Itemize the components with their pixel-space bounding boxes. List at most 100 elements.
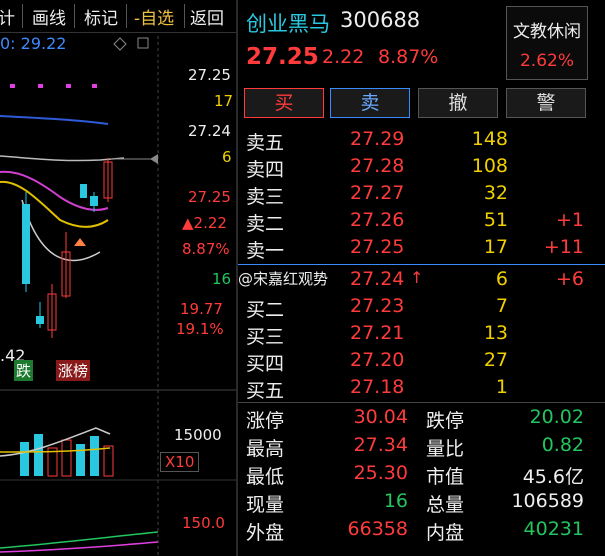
stats-row: 现量 16 总量 106589: [238, 490, 605, 518]
stat-value: 27.34: [353, 434, 408, 456]
ask-volume: 17: [483, 236, 508, 258]
bid-label: 买五: [246, 380, 285, 402]
bid-label: 买四: [246, 353, 285, 375]
menu-item-draw-line[interactable]: 画线: [32, 4, 66, 29]
menu-divider: [22, 4, 23, 28]
ask-delta: +1: [555, 209, 584, 231]
bid-volume: 6: [495, 268, 508, 290]
sector-box[interactable]: 文教休闲 2.62%: [506, 6, 588, 80]
bid-row[interactable]: 买五 27.18 1: [238, 376, 605, 403]
stat-label: 最高: [246, 438, 285, 460]
bid-volume: 13: [483, 322, 508, 344]
menu-divider: [126, 4, 127, 28]
vol-scale-16: 16: [212, 270, 232, 288]
ask-row[interactable]: 卖四 27.28 108: [238, 155, 605, 182]
sector-pct: 2.62%: [519, 51, 574, 71]
bid-volume: 1: [495, 376, 508, 398]
stat-value: 25.30: [353, 462, 408, 484]
stat-value: 30.04: [353, 406, 408, 428]
quote-panel: 创业黑马 300688 27.25 2.22 8.87% 文教休闲 2.62% …: [238, 0, 605, 556]
ma-line-grey: [0, 155, 125, 162]
ask-volume: 108: [471, 155, 508, 177]
bid-delta: +6: [555, 268, 584, 290]
price-scale-current: 27.25: [188, 188, 231, 206]
stat-label: 外盘: [246, 522, 285, 544]
menu-item-back[interactable]: 返回: [190, 4, 224, 29]
watermark-text: @宋嘉红观势: [238, 270, 329, 288]
stat-value: 0.82: [541, 434, 584, 456]
stat-value: 106589: [511, 490, 584, 512]
bid-row[interactable]: 买二 27.23 7: [238, 295, 605, 322]
bid-label: 买二: [246, 299, 285, 321]
bid-label: 买三: [246, 326, 285, 348]
ask-volume: 51: [483, 209, 508, 231]
candles: [22, 158, 113, 338]
menu-item-mark[interactable]: 标记: [84, 4, 118, 29]
vol-scale-6: 6: [222, 148, 232, 166]
kline-chart-svg: [0, 36, 236, 556]
signal-dots: [10, 84, 97, 88]
ma-line-blue: [0, 115, 109, 125]
bid-price: 27.24: [350, 268, 405, 290]
stat-label: 涨停: [246, 410, 285, 432]
sell-button[interactable]: 卖: [330, 88, 410, 118]
ask-volume: 32: [483, 182, 508, 204]
vol-scale-17: 17: [214, 92, 234, 110]
bid-row[interactable]: 买四 27.20 27: [238, 349, 605, 376]
ask-price: 27.29: [350, 128, 405, 150]
menu-item-watchlist[interactable]: -自选: [134, 4, 174, 29]
stat-value: 16: [383, 490, 408, 512]
chart-change: ▲2.22: [182, 214, 227, 232]
stock-code: 300688: [340, 8, 421, 32]
bid-price: 27.23: [350, 295, 405, 317]
volume-scale: 15000: [174, 426, 222, 444]
volume-multiplier[interactable]: X10: [160, 452, 200, 472]
stat-label: 内盘: [426, 522, 465, 544]
ask-row[interactable]: 卖一 27.25 17 +11: [238, 236, 605, 263]
ask-price: 27.27: [350, 182, 405, 204]
menu-item-calc[interactable]: 计: [0, 4, 15, 29]
cancel-order-button[interactable]: 撤: [418, 88, 498, 118]
bid-price: 27.21: [350, 322, 405, 344]
ask-row[interactable]: 卖三 27.27 32: [238, 182, 605, 209]
ask-row[interactable]: 卖二 27.26 51 +1: [238, 209, 605, 236]
stat-label: 现量: [246, 494, 285, 516]
ask-price: 27.26: [350, 209, 405, 231]
ask-price: 27.25: [350, 236, 405, 258]
sector-name: 文教休闲: [513, 22, 581, 42]
stat-value: 45.6亿: [522, 466, 584, 488]
stats-row: 涨停 30.04 跌停 20.02: [238, 406, 605, 434]
price-change: 2.22: [322, 46, 365, 68]
ask-row[interactable]: 卖五 27.29 148: [238, 128, 605, 155]
stats-row: 外盘 66358 内盘 40231: [238, 518, 605, 546]
volume-bars: [0, 427, 114, 477]
ask-label: 卖四: [246, 159, 285, 181]
ask-volume: 148: [471, 128, 508, 150]
up-arrow-icon: ↑: [410, 268, 424, 287]
ask-label: 卖一: [246, 240, 285, 262]
low-pct: 19.1%: [176, 320, 224, 338]
orderbook-divider: [238, 264, 605, 265]
ma-value-label: 0: 29.22: [0, 34, 67, 53]
bid-row[interactable]: 买三 27.21 13: [238, 322, 605, 349]
ask-label: 卖五: [246, 132, 285, 154]
alert-button[interactable]: 警: [506, 88, 586, 118]
stats-row: 最低 25.30 市值 45.6亿: [238, 462, 605, 490]
chart-change-pct: 8.87%: [182, 240, 230, 258]
stat-label: 市值: [426, 466, 465, 488]
stock-name[interactable]: 创业黑马: [246, 8, 330, 38]
ask-delta: +11: [543, 236, 584, 258]
ask-label: 卖二: [246, 213, 285, 235]
menu-divider: [184, 4, 185, 28]
kline-chart-area[interactable]: 0: 29.22 27.25 17 27.24 6 27.25 ▲2.22 8.…: [0, 32, 236, 556]
buy-button[interactable]: 买: [244, 88, 324, 118]
tag-fall[interactable]: 跌: [14, 360, 34, 381]
tag-rise[interactable]: 涨榜: [56, 360, 91, 381]
price-change-pct: 8.87%: [378, 46, 439, 68]
stat-value: 40231: [523, 518, 584, 540]
bid-volume: 27: [483, 349, 508, 371]
bid-price: 27.18: [350, 376, 405, 398]
menu-divider: [74, 4, 75, 28]
ask-price: 27.28: [350, 155, 405, 177]
stats-row: 最高 27.34 量比 0.82: [238, 434, 605, 462]
